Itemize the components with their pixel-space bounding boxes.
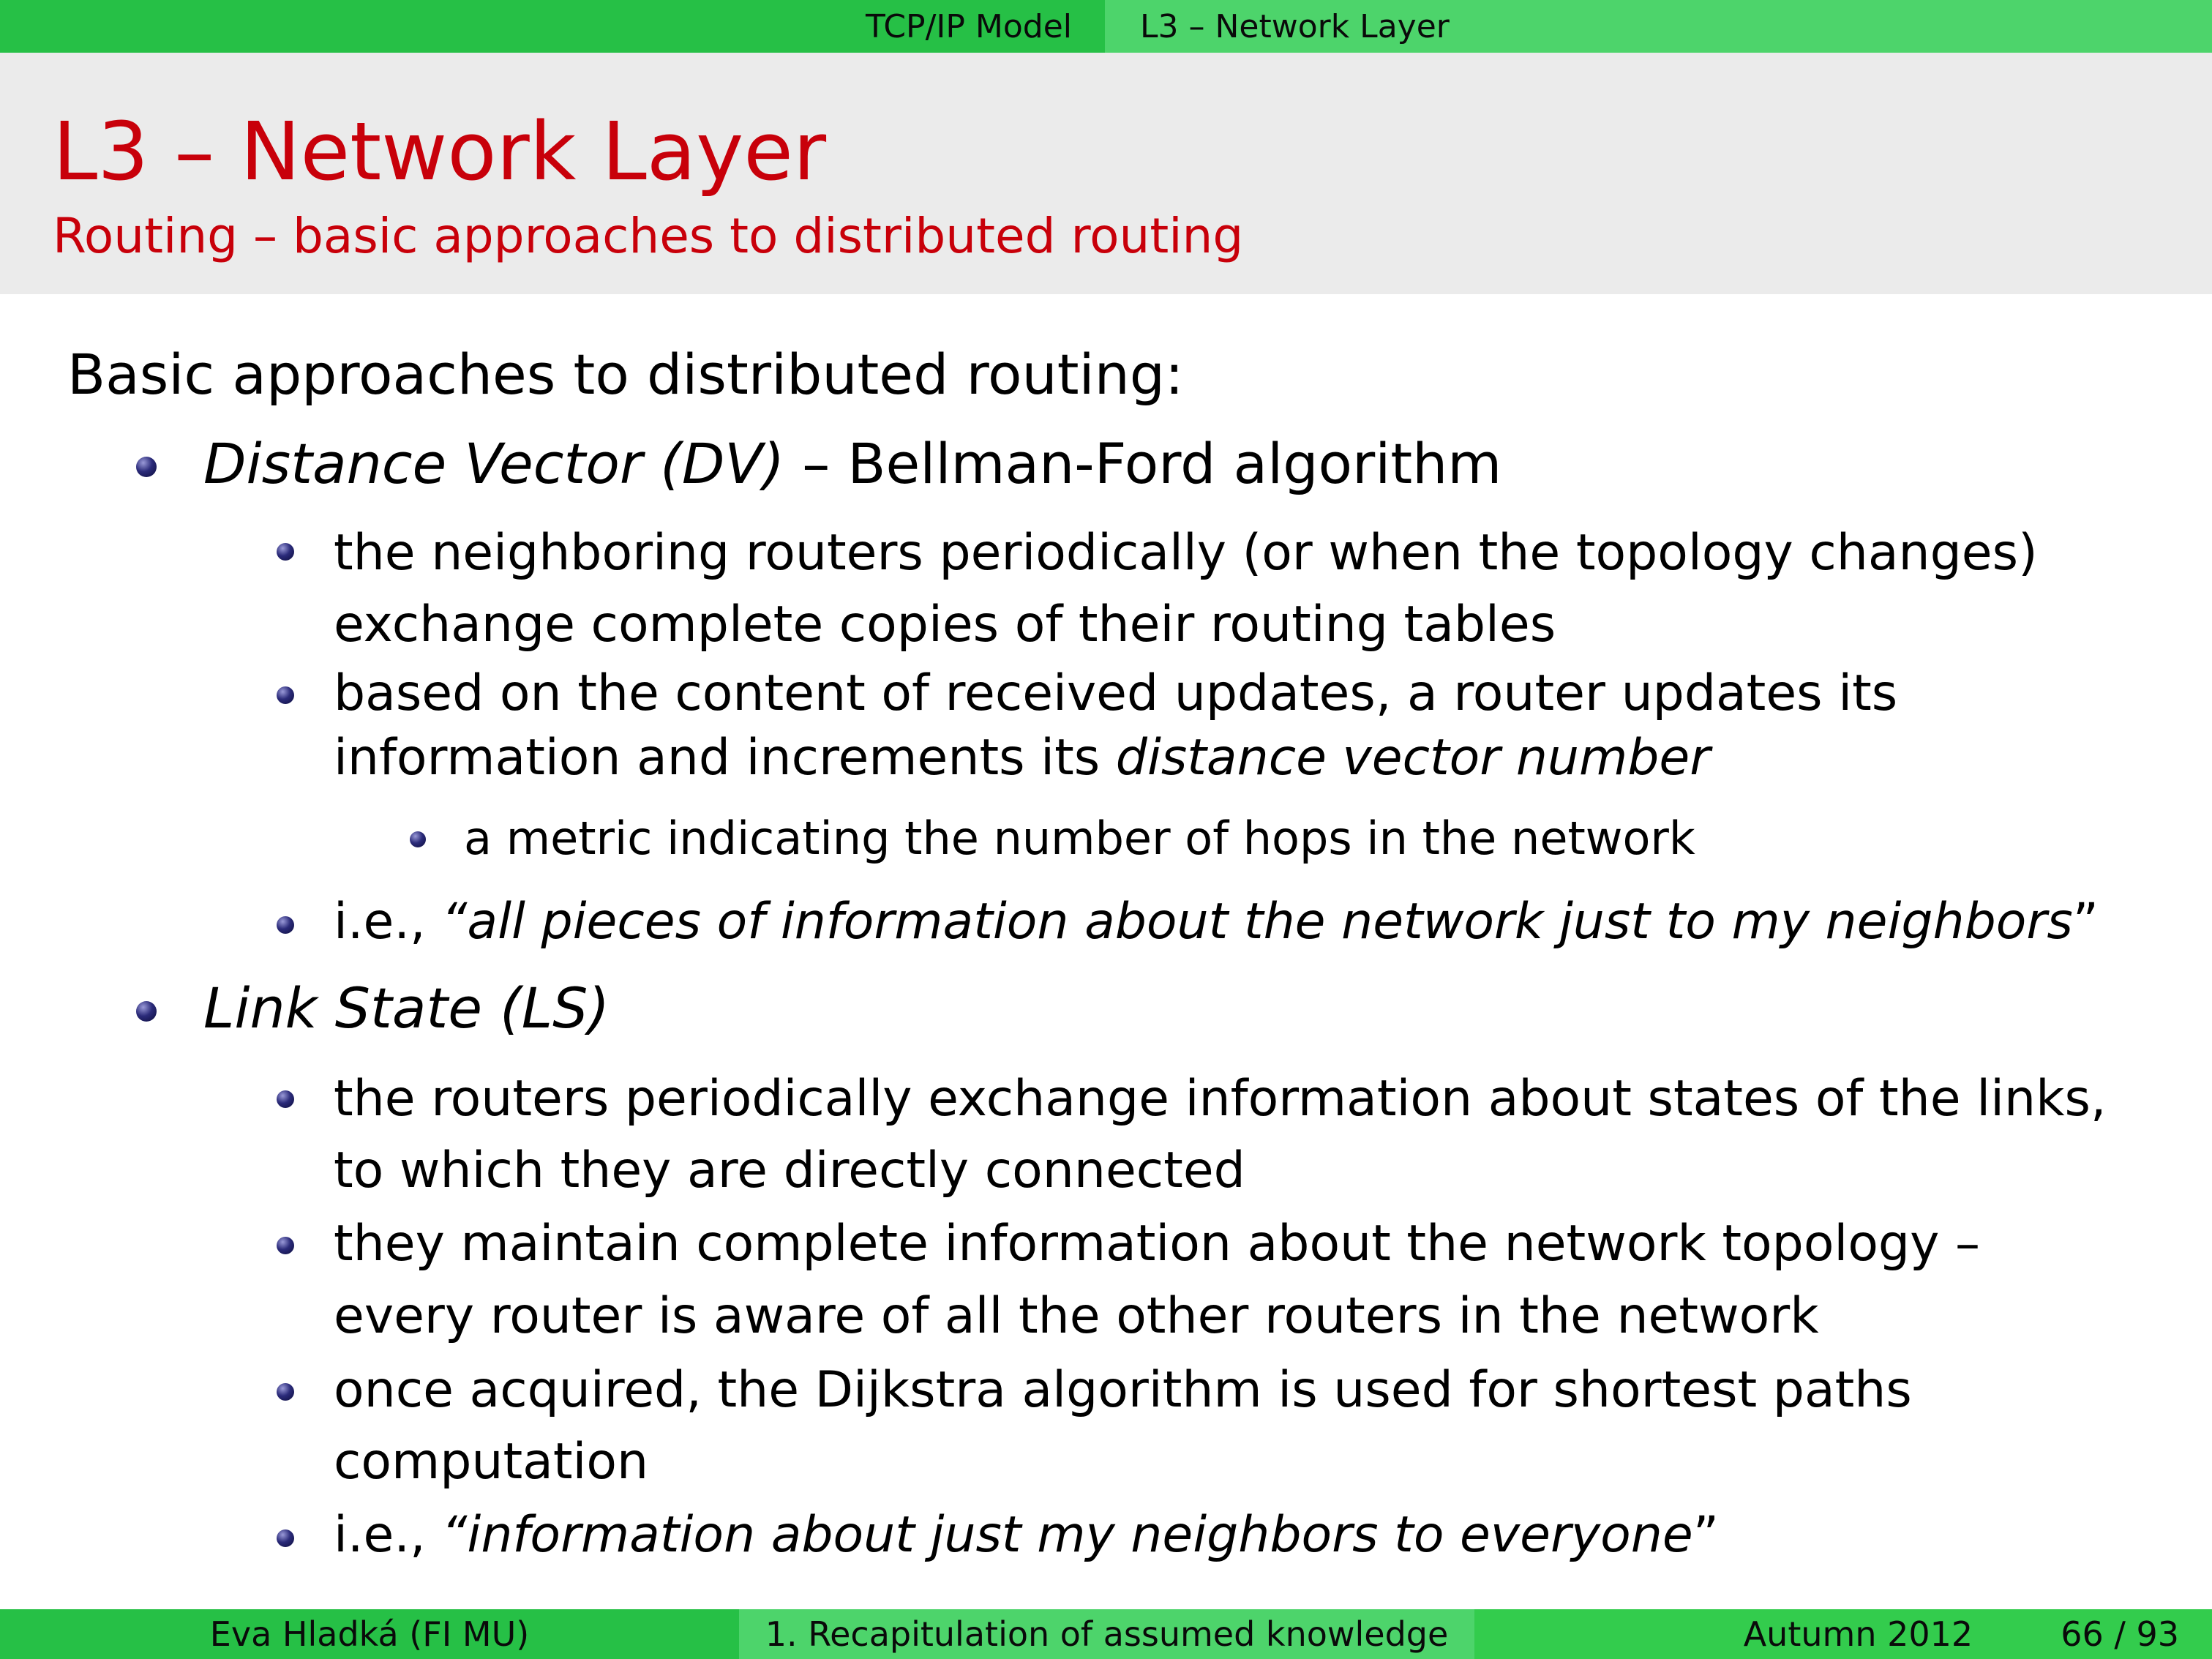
nav-section-label[interactable]: TCP/IP Model [866, 8, 1072, 45]
dv-point-3-emphasis: “all pieces of information about the net… [441, 893, 2073, 951]
dv-point-3-close: ” [2072, 893, 2099, 951]
nav-subsection[interactable]: L3 – Network Layer [1105, 0, 2212, 53]
footer-talk-title: 1. Recapitulation of assumed knowledge [765, 1614, 1449, 1654]
bullet-icon [136, 457, 157, 477]
dv-point-3-plain: i.e., [334, 893, 442, 951]
footer-author-section: Eva Hladká (FI MU) [0, 1609, 739, 1659]
ls-point-1-line-2: to which they are directly connected [334, 1142, 1245, 1199]
ls-point-4-close: ” [1692, 1506, 1719, 1564]
nav-subsection-label[interactable]: L3 – Network Layer [1140, 8, 1450, 45]
bullet-icon [277, 1383, 294, 1401]
bullet-icon [277, 543, 294, 561]
footer-page-number: 66 / 93 [2061, 1614, 2179, 1654]
dv-point-2-sub: a metric indicating the number of hops i… [464, 812, 1695, 865]
dv-point-2-plain: information and increments its [334, 729, 1116, 787]
slide-subtitle: Routing – basic approaches to distribute… [53, 208, 1244, 264]
slide-title-block: L3 – Network Layer Routing – basic appro… [0, 53, 2212, 294]
ls-point-4-emphasis: “information about just my neighbors to … [441, 1506, 1693, 1564]
dv-point-2-line-2: information and increments its distance … [334, 733, 1710, 783]
dv-point-1-line-1: the neighboring routers periodically (or… [334, 524, 2038, 582]
ls-point-4-plain: i.e., [334, 1506, 442, 1564]
ls-name: Link State (LS) [203, 975, 610, 1041]
bullet-icon [277, 1090, 294, 1108]
bullet-icon [136, 1001, 157, 1022]
top-navigation-bar: TCP/IP Model L3 – Network Layer [0, 0, 2212, 53]
bullet-icon [277, 1237, 294, 1254]
ls-heading: Link State (LS) [203, 981, 610, 1036]
ls-point-3-line-1: once acquired, the Dijkstra algorithm is… [334, 1361, 1912, 1419]
dv-point-2-emphasis: distance vector number [1115, 729, 1711, 787]
ls-point-3-line-2: computation [334, 1433, 649, 1491]
footer-bar: Eva Hladká (FI MU) 1. Recapitulation of … [0, 1609, 2212, 1659]
footer-author: Eva Hladká (FI MU) [209, 1614, 530, 1654]
footer-info-section: Autumn 2012 66 / 93 [1474, 1609, 2212, 1659]
ls-point-2-line-2: every router is aware of all the other r… [334, 1287, 1819, 1345]
dv-rest: – Bellman-Ford algorithm [784, 431, 1502, 496]
ls-point-1-line-1: the routers periodically exchange inform… [334, 1070, 2107, 1128]
bullet-icon [277, 916, 294, 934]
bullet-icon [277, 686, 294, 704]
footer-talk-section: 1. Recapitulation of assumed knowledge [739, 1609, 1474, 1659]
footer-date: Autumn 2012 [1743, 1614, 1973, 1654]
ls-point-4: i.e., “information about just my neighbo… [334, 1510, 1719, 1560]
dv-point-3: i.e., “all pieces of information about t… [334, 897, 2099, 947]
dv-point-2-line-1: based on the content of received updates… [334, 664, 1898, 722]
bullet-icon [410, 831, 426, 847]
slide-title: L3 – Network Layer [53, 105, 827, 198]
bullet-icon [277, 1529, 294, 1547]
ls-point-2-line-1: they maintain complete information about… [334, 1215, 1980, 1273]
intro-text: Basic approaches to distributed routing: [67, 342, 1184, 407]
dv-point-1-line-2: exchange complete copies of their routin… [334, 596, 1556, 654]
dv-name: Distance Vector (DV) [203, 431, 785, 496]
dv-heading: Distance Vector (DV) – Bellman-Ford algo… [203, 436, 1501, 492]
nav-section[interactable]: TCP/IP Model [0, 0, 1105, 53]
